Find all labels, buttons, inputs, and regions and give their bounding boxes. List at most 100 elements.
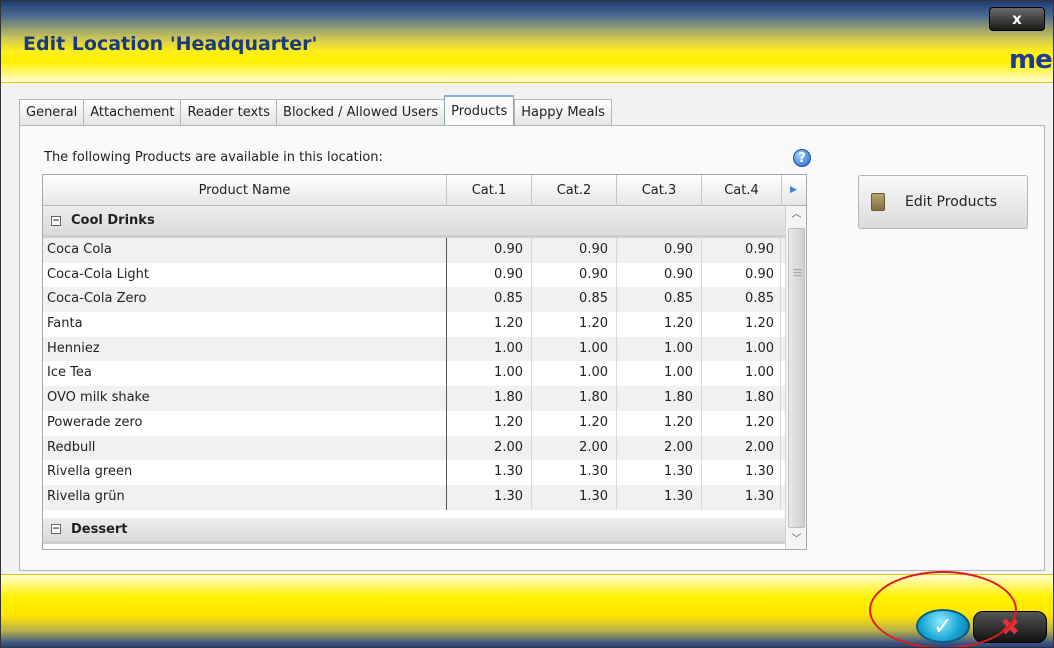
main-panel: General Attachement Reader texts Blocked… xyxy=(11,95,1047,571)
scroll-right-arrow-icon[interactable]: ▶ xyxy=(782,175,805,206)
price-cell[interactable]: 0.85 xyxy=(702,287,781,313)
product-name-cell[interactable]: Coca Cola xyxy=(43,238,447,263)
table-row[interactable]: Powerade zero 1.20 1.20 1.20 1.20 xyxy=(43,410,785,436)
table-row[interactable]: Coca Cola 0.90 0.90 0.90 0.90 xyxy=(43,238,785,263)
product-name-cell[interactable]: Fanta xyxy=(43,312,447,337)
price-cell[interactable]: 2.00 xyxy=(702,435,781,461)
column-header-cat2[interactable]: Cat.2 xyxy=(532,175,617,206)
table-row[interactable]: OVO milk shake 1.80 1.80 1.80 1.80 xyxy=(43,386,785,411)
tab-reader-texts[interactable]: Reader texts xyxy=(180,99,277,125)
price-cell[interactable]: 1.30 xyxy=(617,460,702,485)
price-cell[interactable]: 1.20 xyxy=(447,410,532,436)
table-row[interactable]: Ice Tea 1.00 1.00 1.00 1.00 xyxy=(43,361,785,387)
product-name-cell[interactable]: Rivella grün xyxy=(43,484,447,510)
price-cell[interactable]: 1.30 xyxy=(617,484,702,510)
price-cell[interactable]: 1.30 xyxy=(532,460,617,485)
edit-products-icon xyxy=(871,193,885,211)
price-cell[interactable]: 1.20 xyxy=(702,312,781,337)
group-label: Cool Drinks xyxy=(71,213,155,228)
product-name-cell[interactable]: Ice Tea xyxy=(43,361,447,387)
collapse-icon[interactable]: − xyxy=(51,215,61,226)
products-info-text: The following Products are available in … xyxy=(44,150,383,165)
price-cell[interactable]: 1.00 xyxy=(617,336,702,362)
price-cell[interactable]: 1.80 xyxy=(532,386,617,411)
price-cell[interactable]: 0.90 xyxy=(532,238,617,263)
price-cell[interactable]: 0.90 xyxy=(617,262,702,288)
tab-attachement[interactable]: Attachement xyxy=(83,99,181,125)
price-cell[interactable]: 0.90 xyxy=(447,262,532,288)
price-cell[interactable]: 1.80 xyxy=(447,386,532,411)
price-cell[interactable]: 1.20 xyxy=(532,410,617,436)
scroll-grip-icon: — — — xyxy=(793,265,802,281)
column-header-cat3[interactable]: Cat.3 xyxy=(617,175,702,206)
group-row[interactable]: − Cool Drinks xyxy=(43,206,785,238)
price-cell[interactable]: 1.20 xyxy=(617,312,702,337)
price-cell[interactable]: 1.80 xyxy=(617,386,702,411)
table-row[interactable]: Coca-Cola Zero 0.85 0.85 0.85 0.85 xyxy=(43,287,785,313)
tab-blocked-allowed-users[interactable]: Blocked / Allowed Users xyxy=(276,99,445,125)
price-cell[interactable]: 1.30 xyxy=(702,484,781,510)
tab-general[interactable]: General xyxy=(19,99,84,125)
price-cell[interactable]: 0.90 xyxy=(617,238,702,263)
price-cell[interactable]: 1.30 xyxy=(447,460,532,485)
scroll-up-arrow-icon[interactable]: ︿ xyxy=(786,206,806,224)
price-cell[interactable]: 1.00 xyxy=(702,336,781,362)
scroll-thumb[interactable]: — — — xyxy=(788,228,805,528)
price-cell[interactable]: 1.30 xyxy=(532,484,617,510)
price-cell[interactable]: 1.00 xyxy=(617,361,702,387)
product-name-cell[interactable]: Rivella green xyxy=(43,460,447,485)
product-name-cell[interactable]: Redbull xyxy=(43,435,447,461)
scroll-down-arrow-icon[interactable]: ﹀ xyxy=(786,531,806,549)
price-cell[interactable]: 1.00 xyxy=(532,361,617,387)
window-header: Edit Location 'Headquarter' x mei xyxy=(1,1,1053,83)
price-cell[interactable]: 1.30 xyxy=(702,460,781,485)
price-cell[interactable]: 0.85 xyxy=(617,287,702,313)
column-header-product-name[interactable]: Product Name xyxy=(43,175,447,206)
column-header-cat1[interactable]: Cat.1 xyxy=(447,175,532,206)
tab-bar: General Attachement Reader texts Blocked… xyxy=(19,95,612,125)
price-cell[interactable]: 2.00 xyxy=(447,435,532,461)
group-row[interactable]: − Dessert xyxy=(43,517,785,544)
table-row[interactable]: Henniez 1.00 1.00 1.00 1.00 xyxy=(43,336,785,362)
column-header-cat4[interactable]: Cat.4 xyxy=(702,175,782,206)
price-cell[interactable]: 1.00 xyxy=(532,336,617,362)
price-cell[interactable]: 1.20 xyxy=(532,312,617,337)
product-name-cell[interactable]: Powerade zero xyxy=(43,410,447,436)
vertical-scrollbar[interactable]: ︿ — — — ﹀ xyxy=(785,206,806,549)
price-cell[interactable]: 0.90 xyxy=(702,238,781,263)
price-cell[interactable]: 1.20 xyxy=(702,410,781,436)
tab-products[interactable]: Products xyxy=(444,95,515,125)
price-cell[interactable]: 1.20 xyxy=(447,312,532,337)
product-name-cell[interactable]: Coca-Cola Zero xyxy=(43,287,447,313)
mei-logo: mei xyxy=(1009,45,1053,75)
edit-location-window: Edit Location 'Headquarter' x mei Genera… xyxy=(0,0,1054,648)
price-cell[interactable]: 0.85 xyxy=(532,287,617,313)
price-cell[interactable]: 0.90 xyxy=(532,262,617,288)
product-name-cell[interactable]: OVO milk shake xyxy=(43,386,447,411)
price-cell[interactable]: 0.90 xyxy=(702,262,781,288)
price-cell[interactable]: 1.00 xyxy=(447,336,532,362)
collapse-icon[interactable]: − xyxy=(51,524,61,535)
edit-products-button[interactable]: Edit Products xyxy=(858,175,1028,229)
price-cell[interactable]: 1.00 xyxy=(702,361,781,387)
window-title: Edit Location 'Headquarter' xyxy=(23,33,318,55)
tab-happy-meals[interactable]: Happy Meals xyxy=(514,99,612,125)
price-cell[interactable]: 1.20 xyxy=(617,410,702,436)
table-row[interactable]: Fanta 1.20 1.20 1.20 1.20 xyxy=(43,312,785,337)
group-label: Dessert xyxy=(71,521,128,537)
product-name-cell[interactable]: Henniez xyxy=(43,336,447,362)
table-row[interactable]: Redbull 2.00 2.00 2.00 2.00 xyxy=(43,435,785,461)
table-row[interactable]: Rivella grün 1.30 1.30 1.30 1.30 xyxy=(43,484,785,510)
table-row[interactable]: Coca-Cola Light 0.90 0.90 0.90 0.90 xyxy=(43,262,785,288)
price-cell[interactable]: 2.00 xyxy=(617,435,702,461)
price-cell[interactable]: 1.80 xyxy=(702,386,781,411)
price-cell[interactable]: 0.85 xyxy=(447,287,532,313)
price-cell[interactable]: 1.00 xyxy=(447,361,532,387)
help-icon[interactable]: ? xyxy=(793,149,811,167)
product-name-cell[interactable]: Coca-Cola Light xyxy=(43,262,447,288)
price-cell[interactable]: 0.90 xyxy=(447,238,532,263)
price-cell[interactable]: 2.00 xyxy=(532,435,617,461)
table-row[interactable]: Rivella green 1.30 1.30 1.30 1.30 xyxy=(43,460,785,485)
close-button[interactable]: x xyxy=(989,7,1045,31)
price-cell[interactable]: 1.30 xyxy=(447,484,532,510)
